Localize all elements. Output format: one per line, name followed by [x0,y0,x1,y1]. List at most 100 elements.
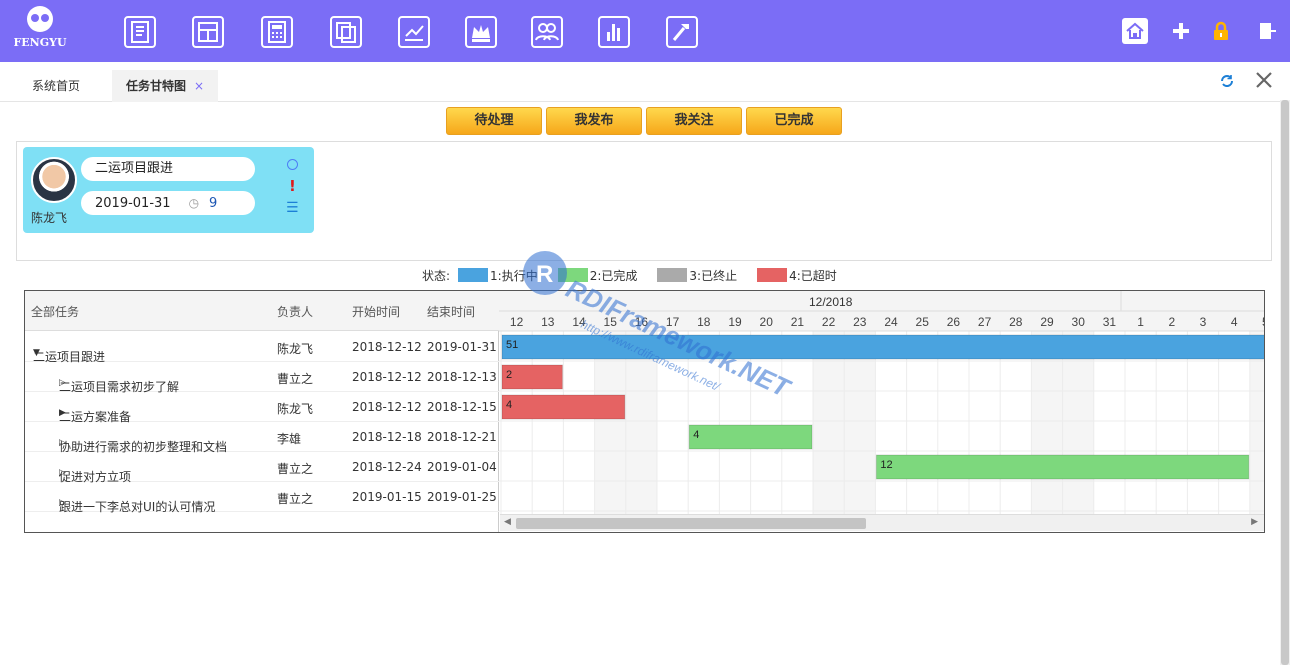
bar-chart-icon[interactable] [598,16,630,48]
legend-swatch-done [557,268,588,282]
start-cell: 2018-12-12 [352,340,422,354]
exit-icon[interactable] [1254,18,1280,44]
gantt-bar [875,454,1250,480]
start-cell: 2018-12-12 [352,370,422,384]
legend-swatch-running [458,268,489,282]
table-row[interactable]: ▷ 跟进一下李总对UI的认可情况 曹立之 2019-01-15 2019-01-25 [25,482,499,514]
fengyu-logo[interactable]: FENGYU [10,6,70,56]
scroll-left-arrow-icon[interactable]: ◀ [504,517,511,527]
legend-text-done: 2:已完成 [589,268,638,283]
table-row[interactable]: ▷ 协助进行需求的初步整理和文档 李雄 2018-12-18 2018-12-21 [25,422,499,454]
day-tick-label: 28 [1009,315,1023,329]
end-cell: 2019-01-31 [427,340,497,354]
gantt-bar-label: 2 [506,369,512,381]
hammer-icon[interactable] [666,16,698,48]
filter-published-button[interactable]: 我发布 [546,107,642,135]
gantt-bar-label: 51 [506,339,518,351]
day-tick-label: 4 [1231,315,1238,329]
priority-icon: ☰ [286,200,299,216]
legend-text-running: 1:执行中 [490,268,538,283]
day-tick-label: 25 [916,315,930,329]
legend-swatch-terminated [657,268,688,282]
day-tick-label: 22 [822,315,836,329]
close-all-icon[interactable] [1254,70,1274,90]
page-scroll-thumb[interactable] [1281,100,1289,665]
month-label: 12/2018 [809,295,853,309]
day-tick-label: 18 [697,315,711,329]
task-card[interactable]: 陈龙飞 二运项目跟进 2019-01-31 ◷ 9 ! ☰ [23,147,314,233]
end-cell: 2019-01-04 [427,460,497,474]
legend-text-overdue: 4:已超时 [789,268,837,283]
crown-icon[interactable] [465,16,497,48]
gantt-timeline: 12/2018 12 13 14 15 16 17 18 19 20 21 22 23 24 25 26 27 2… [499,291,1264,532]
register-icon[interactable] [124,16,156,48]
home-icon[interactable] [1122,18,1148,44]
card-date-pill: 2019-01-31 ◷ 9 [81,191,255,215]
task-grid: 全部任务 负责人 开始时间 结束时间 ▼ 二运项目跟进 陈龙飞 2018-12-12 2… [25,291,499,532]
card-count: 9 [209,196,218,211]
day-tick-label: 15 [604,315,618,329]
day-tick-label: 14 [572,315,586,329]
end-cell: 2019-01-25 [427,490,497,504]
gantt-bar [688,424,813,450]
gantt-bar [501,394,626,420]
lock-icon[interactable] [1208,18,1234,44]
card-owner-name: 陈龙飞 [31,211,68,225]
day-tick-label: 31 [1103,315,1117,329]
owner-cell: 陈龙飞 [277,342,314,356]
day-tick-label: 17 [666,315,680,329]
users-icon[interactable] [531,16,563,48]
filter-followed-button[interactable]: 我关注 [646,107,742,135]
day-tick-label: 26 [947,315,961,329]
page-vertical-scrollbar[interactable] [1280,100,1290,665]
gantt-bar-label: 12 [880,459,892,471]
refresh-icon[interactable] [1220,74,1234,88]
filter-completed-button[interactable]: 已完成 [746,107,842,135]
scroll-right-arrow-icon[interactable]: ▶ [1251,517,1258,527]
header-end[interactable]: 结束时间 [427,303,475,320]
filter-pending-button[interactable]: 待处理 [446,107,542,135]
trend-chart-icon[interactable] [398,16,430,48]
end-cell: 2018-12-21 [427,430,497,444]
start-cell: 2019-01-15 [352,490,422,504]
logo-mark-icon [27,6,53,32]
end-cell: 2018-12-15 [427,400,497,414]
status-circle-icon [287,159,298,170]
legend-text-terminated: 3:已终止 [689,268,738,283]
task-card-panel: 陈龙飞 二运项目跟进 2019-01-31 ◷ 9 ! ☰ [16,141,1272,261]
day-tick-label: 23 [853,315,867,329]
header-task[interactable]: 全部任务 [31,303,79,320]
tab-close-icon[interactable]: × [194,79,204,93]
day-tick-label: 3 [1200,315,1207,329]
table-row[interactable]: ▼ 二运项目跟进 陈龙飞 2018-12-12 2019-01-31 [25,332,499,364]
owner-cell: 曹立之 [277,492,314,506]
tab-task-gantt[interactable]: 任务甘特图 × [112,70,219,102]
plus-icon[interactable] [1168,18,1194,44]
gantt-bar-label: 4 [506,399,512,411]
timeline-horizontal-scrollbar[interactable]: ◀ ▶ [500,514,1264,531]
tab-home[interactable]: 系统首页 [18,70,94,102]
table-row[interactable]: ▶ 二运方案准备 陈龙飞 2018-12-12 2018-12-15 [25,392,499,424]
header-start[interactable]: 开始时间 [352,303,400,320]
day-tick-label: 19 [728,315,742,329]
table-row[interactable]: ▷ 促进对方立项 曹立之 2018-12-24 2019-01-04 [25,452,499,484]
timeline-scroll-thumb[interactable] [516,518,866,529]
card-date: 2019-01-31 [95,196,171,211]
layout-icon[interactable] [192,16,224,48]
legend-swatch-overdue [757,268,788,282]
task-name: 跟进一下李总对UI的认可情况 [59,500,216,514]
table-row[interactable]: ▷ 二运项目需求初步了解 曹立之 2018-12-12 2018-12-13 [25,362,499,394]
documents-icon[interactable] [330,16,362,48]
calculator-icon[interactable] [261,16,293,48]
status-legend: 状态: 1:执行中 2:已完成 3:已终止 4:已超时 [422,266,853,284]
logo-text: FENGYU [13,36,67,49]
day-tick-label: 1 [1137,315,1144,329]
day-tick-label: 30 [1072,315,1086,329]
header-owner[interactable]: 负责人 [277,303,313,320]
card-title: 二运项目跟进 [81,157,255,181]
gantt-timeline-svg: 12/201812 13 14 15 16 17 18 19 20 21 22 23 24 25 26 27 2… [499,291,1264,515]
owner-cell: 曹立之 [277,372,314,386]
day-tick-label: 12 [510,315,524,329]
day-tick-label: 13 [541,315,555,329]
day-tick-label: 20 [760,315,774,329]
